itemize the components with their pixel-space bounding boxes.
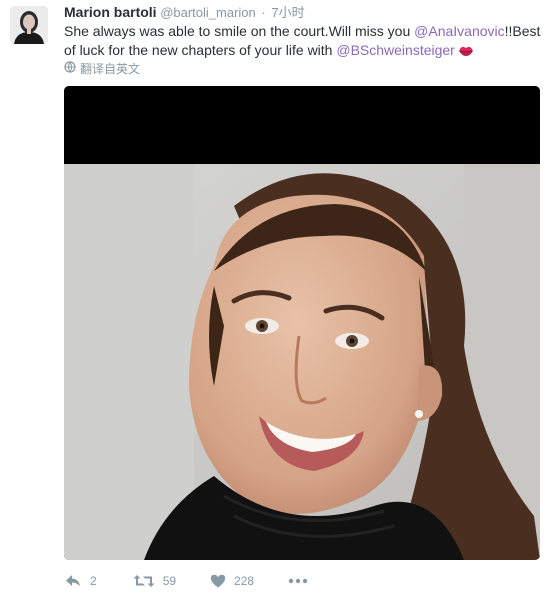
avatar[interactable] [10,6,48,44]
translate-label: 翻译自英文 [80,62,141,76]
translate-link[interactable]: 翻译自英文 [64,60,140,77]
avatar-image [10,6,48,44]
like-count: 228 [234,574,255,588]
tweet: Marion bartoli @bartoli_marion · 7小时 She… [0,0,550,597]
tweet-text: She always was able to smile on the cour… [64,22,542,62]
kiss-lips-icon [458,43,474,62]
reply-icon [64,574,82,588]
tweet-header: Marion bartoli @bartoli_marion · 7小时 [64,4,305,21]
mention-anaivanovic[interactable]: @AnaIvanovic [414,23,504,39]
retweet-icon [133,574,155,588]
mention-bschweinsteiger[interactable]: @BSchweinsteiger [336,42,455,58]
timestamp[interactable]: 7小时 [271,5,304,20]
separator-dot: · [261,5,266,20]
retweet-count: 59 [162,574,177,588]
selfie-photo [64,86,540,560]
retweet-button[interactable]: 59 [133,574,176,588]
tweet-text-part-1: She always was able to smile on the cour… [64,23,415,39]
globe-icon [64,61,76,76]
tweet-actions: 2 59 228 [64,571,308,591]
more-button[interactable] [288,578,308,584]
like-button[interactable]: 228 [210,574,254,588]
reply-count: 2 [90,574,97,588]
tweet-photo[interactable] [64,86,540,560]
display-name[interactable]: Marion bartoli [64,4,157,20]
more-dots-icon [288,578,308,584]
user-handle[interactable]: @bartoli_marion [160,5,256,20]
heart-icon [210,574,226,588]
reply-button[interactable]: 2 [64,574,97,588]
